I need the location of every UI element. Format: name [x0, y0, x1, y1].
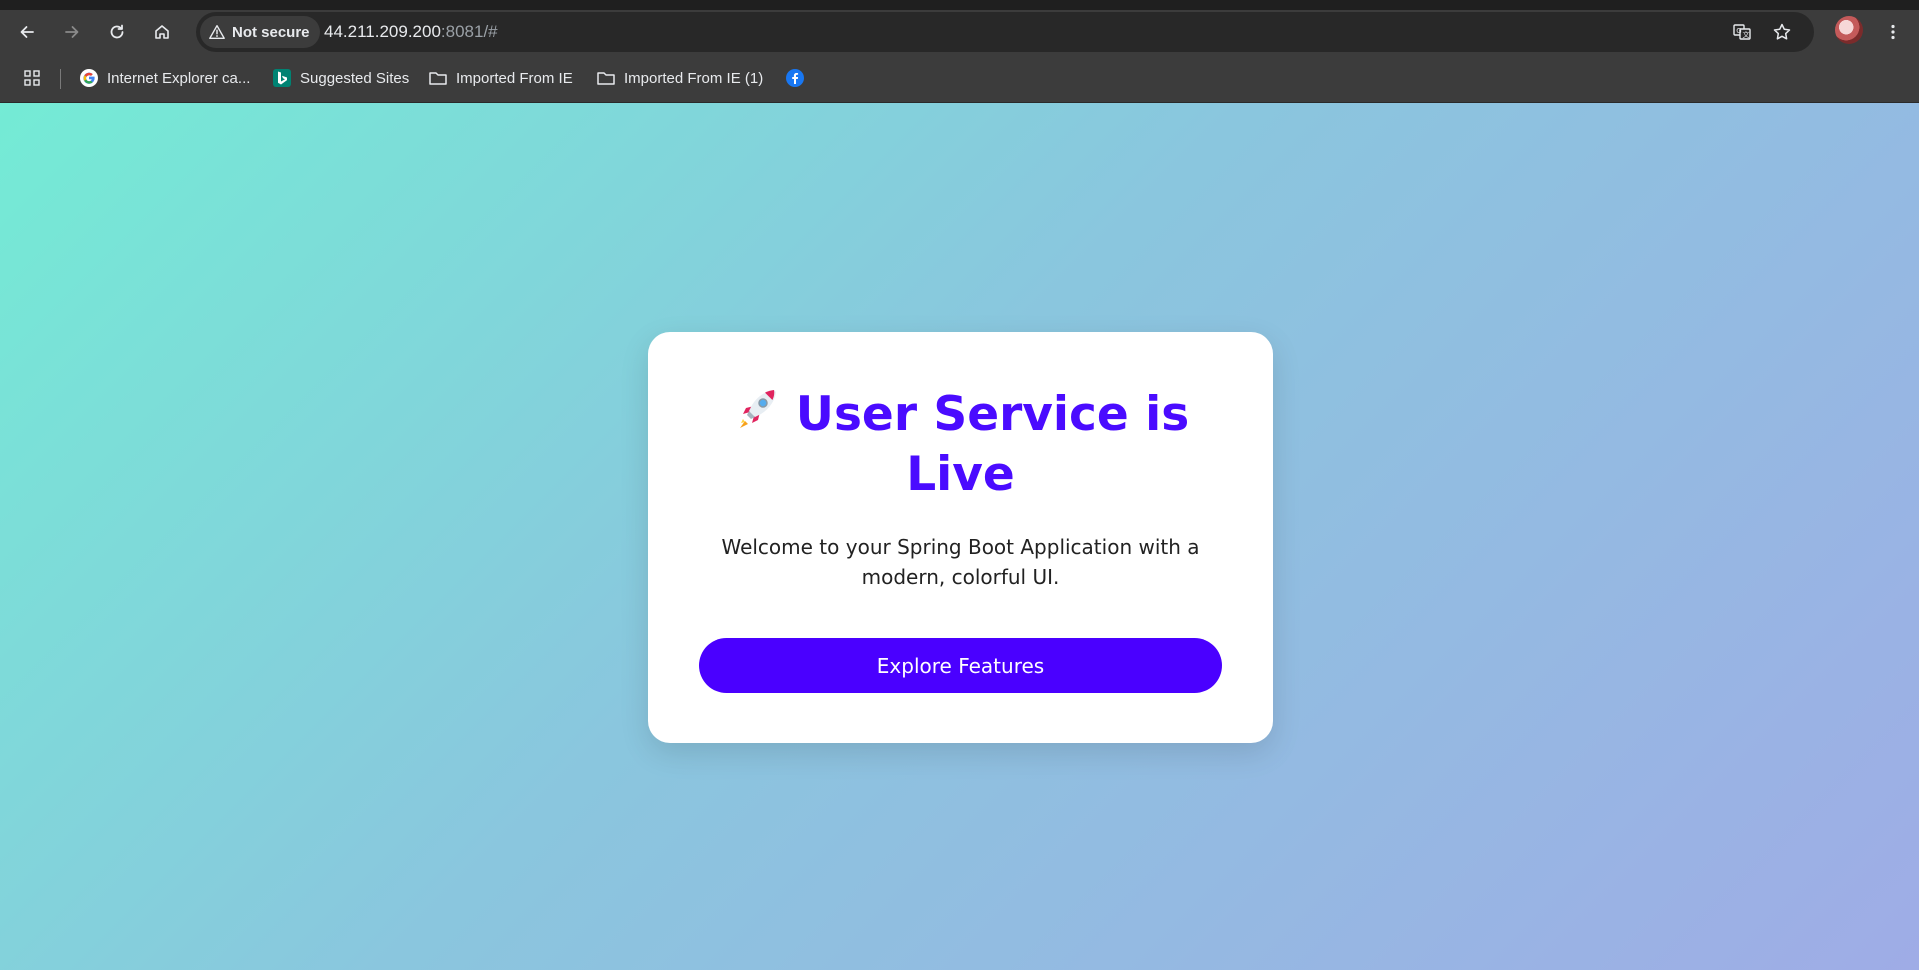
bookmark-label: Internet Explorer ca... — [107, 69, 251, 87]
tab-strip — [0, 0, 1919, 10]
page-background: User Service is Live Welcome to your Spr… — [0, 103, 1919, 970]
reload-icon — [110, 24, 124, 39]
forward-button[interactable] — [56, 16, 88, 48]
rocket-icon — [739, 390, 776, 428]
avatar[interactable] — [1835, 16, 1863, 44]
page-title: User Service is Live — [688, 384, 1233, 505]
bookmark-label: Imported From IE (1) — [624, 69, 764, 87]
welcome-text: Welcome to your Spring Boot Application … — [721, 535, 1200, 589]
bookmarks-divider — [60, 69, 61, 89]
bookmark-folder-imported-from-ie-1[interactable]: Imported From IE (1) — [592, 64, 767, 92]
browser-toolbar: Not secure 44.211.209.200:8081/# G文 — [0, 10, 1919, 52]
apps-grid-icon — [24, 70, 40, 86]
bookmarks-bar: Internet Explorer ca... Suggested Sites … — [0, 52, 1919, 103]
status-card: User Service is Live Welcome to your Spr… — [648, 332, 1273, 743]
url-text[interactable]: 44.211.209.200:8081/# — [324, 22, 498, 42]
bookmark-label: Imported From IE — [456, 69, 573, 87]
svg-text:G: G — [1736, 27, 1741, 35]
bookmark-label: Suggested Sites — [300, 69, 410, 87]
svg-text:文: 文 — [1743, 30, 1750, 39]
home-button[interactable] — [146, 16, 178, 48]
forward-arrow-icon — [65, 26, 79, 38]
url-rest: :8081/# — [440, 22, 498, 41]
bookmark-facebook[interactable] — [781, 64, 809, 92]
warning-triangle-icon — [209, 24, 225, 40]
explore-features-button[interactable]: Explore Features — [699, 638, 1222, 693]
reload-button[interactable] — [101, 16, 133, 48]
bookmark-folder-imported-from-ie[interactable]: Imported From IE — [424, 64, 577, 92]
apps-button[interactable] — [18, 64, 46, 92]
kebab-menu-icon — [1891, 24, 1895, 40]
home-icon — [155, 25, 169, 39]
folder-icon — [429, 72, 447, 85]
facebook-icon — [786, 69, 804, 87]
security-chip[interactable]: Not secure — [200, 16, 320, 48]
bookmark-internet-explorer[interactable]: Internet Explorer ca... — [75, 64, 254, 92]
browser-menu-button[interactable] — [1877, 16, 1909, 48]
star-icon — [1773, 23, 1791, 40]
folder-icon — [597, 72, 615, 85]
url-host: 44.211.209.200 — [324, 22, 441, 41]
bookmark-suggested-sites[interactable]: Suggested Sites — [268, 64, 413, 92]
translate-icon: G文 — [1733, 24, 1751, 40]
back-arrow-icon — [20, 26, 34, 38]
translate-button[interactable]: G文 — [1728, 18, 1756, 46]
google-icon — [80, 69, 98, 87]
bookmark-star-button[interactable] — [1768, 18, 1796, 46]
back-button[interactable] — [11, 16, 43, 48]
address-bar[interactable]: Not secure 44.211.209.200:8081/# G文 — [196, 12, 1814, 52]
bing-icon — [273, 69, 291, 87]
security-chip-label: Not secure — [232, 23, 310, 41]
title-text: User Service is Live — [795, 387, 1190, 502]
